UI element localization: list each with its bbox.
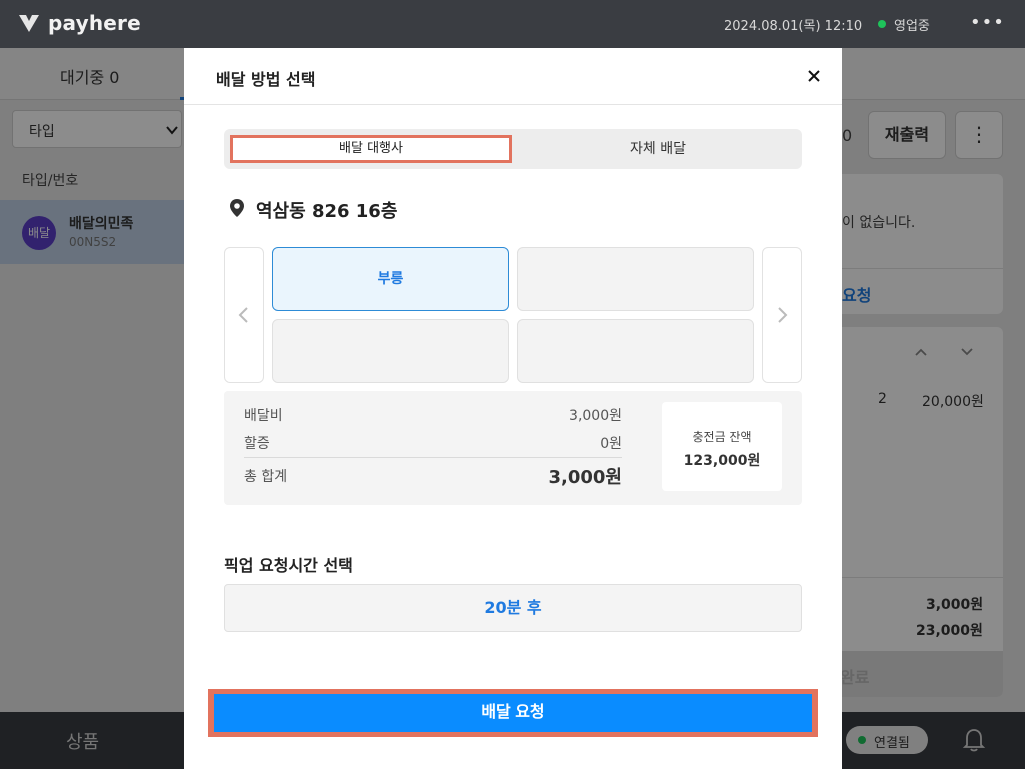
delivery-fee-value: 3,000원: [569, 408, 622, 424]
agency-next-button[interactable]: [762, 247, 802, 383]
request-button-highlight: 배달 요청: [208, 689, 818, 737]
modal-title: 배달 방법 선택: [216, 70, 316, 89]
more-menu-button[interactable]: •••: [970, 12, 1005, 33]
agency-option[interactable]: [517, 247, 754, 311]
brand-logo: payhere: [18, 11, 141, 35]
close-icon[interactable]: [804, 66, 824, 86]
status-dot-icon: [878, 20, 886, 28]
brand-name: payhere: [48, 11, 141, 35]
top-bar: payhere 2024.08.01(목) 12:10 영업중 •••: [0, 0, 1025, 48]
delivery-fee-row: 배달비 3,000원: [244, 405, 622, 425]
total-value: 3,000원: [548, 467, 623, 488]
surcharge-row: 할증 0원: [244, 433, 622, 453]
delivery-request-button[interactable]: 배달 요청: [214, 694, 812, 732]
surcharge-value: 0원: [600, 436, 622, 452]
balance-value: 123,000원: [683, 453, 761, 469]
tab-self-delivery[interactable]: 자체 배달: [514, 129, 802, 169]
chevron-left-icon: [238, 307, 248, 323]
location-pin-icon: [230, 199, 244, 217]
total-row: 총 합계 3,000원: [244, 466, 623, 488]
tab-delivery-agency[interactable]: 배달 대행사: [230, 135, 512, 163]
prepaid-balance-card: 충전금 잔액 123,000원: [662, 402, 782, 491]
agency-label: 부릉: [377, 271, 404, 287]
chevron-right-icon: [778, 307, 788, 323]
delivery-type-segmented-control: 배달 대행사 자체 배달: [224, 129, 802, 169]
fee-summary: 배달비 3,000원 할증 0원 총 합계 3,000원 충전금 잔액 123,…: [224, 391, 802, 505]
agency-prev-button[interactable]: [224, 247, 264, 383]
total-label: 총 합계: [244, 469, 288, 485]
delivery-fee-label: 배달비: [244, 408, 283, 424]
surcharge-label: 할증: [244, 436, 270, 452]
agency-option[interactable]: [272, 319, 509, 383]
pickup-time-select[interactable]: 20분 후: [224, 584, 802, 632]
payhere-logo-icon: [19, 15, 39, 32]
delivery-method-modal: 배달 방법 선택 배달 대행사 자체 배달 역삼동 826 16층 부릉 배달비: [184, 48, 842, 769]
divider: [244, 457, 622, 458]
agency-option-selected[interactable]: 부릉: [272, 247, 509, 311]
modal-header: 배달 방법 선택: [184, 48, 842, 105]
balance-label: 충전금 잔액: [692, 430, 752, 444]
current-datetime: 2024.08.01(목) 12:10: [724, 19, 863, 34]
agency-option[interactable]: [517, 319, 754, 383]
store-status: 영업중: [894, 19, 930, 34]
pickup-time-title: 픽업 요청시간 선택: [224, 556, 353, 575]
delivery-address: 역삼동 826 16층: [256, 201, 398, 222]
